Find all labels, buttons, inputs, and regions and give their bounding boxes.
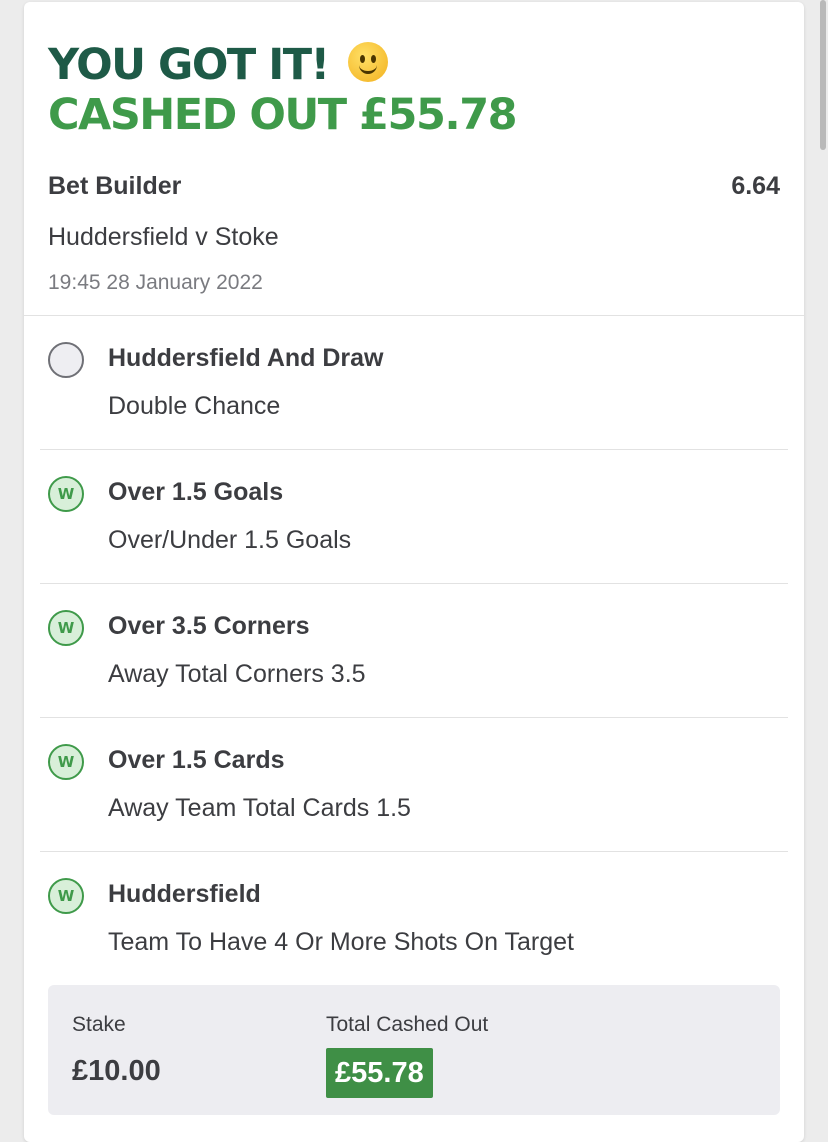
bet-odds: 6.64 (731, 172, 780, 200)
headline-text: YOU GOT IT! (48, 40, 330, 90)
headline: YOU GOT IT! (48, 40, 389, 90)
won-status-icon: W (48, 878, 84, 914)
selection-row: Huddersfield And Draw Double Chance (40, 316, 788, 450)
scrollbar-thumb[interactable] (820, 0, 826, 150)
selection-market: Away Team Total Cards 1.5 (108, 794, 411, 822)
selection-row: W Over 1.5 Goals Over/Under 1.5 Goals (40, 450, 788, 584)
total-cashed-out-label: Total Cashed Out (326, 1013, 489, 1036)
won-status-icon: W (48, 476, 84, 512)
selection-title: Huddersfield And Draw (108, 344, 384, 372)
selection-row: W Huddersfield Team To Have 4 Or More Sh… (40, 852, 788, 986)
bet-type: Bet Builder (48, 172, 182, 200)
stake-value: £10.00 (72, 1055, 161, 1087)
pending-status-icon (48, 342, 84, 378)
match-name: Huddersfield v Stoke (48, 223, 279, 251)
selection-market: Team To Have 4 Or More Shots On Target (108, 928, 574, 956)
won-status-icon: W (48, 744, 84, 780)
selection-market: Double Chance (108, 392, 281, 420)
match-datetime: 19:45 28 January 2022 (48, 271, 263, 294)
won-status-icon: W (48, 610, 84, 646)
selection-row: W Over 1.5 Cards Away Team Total Cards 1… (40, 718, 788, 852)
selection-title: Over 1.5 Goals (108, 478, 284, 506)
total-cashed-out-badge: £55.78 (326, 1048, 433, 1098)
selection-market: Away Total Corners 3.5 (108, 660, 366, 688)
selection-title: Over 1.5 Cards (108, 746, 285, 774)
stake-label: Stake (72, 1013, 126, 1036)
cashed-out-headline: CASHED OUT £55.78 (48, 90, 518, 140)
smiling-face-icon (348, 42, 389, 82)
selection-title: Huddersfield (108, 880, 261, 908)
bet-summary: Stake £10.00 Total Cashed Out £55.78 (48, 985, 780, 1115)
selection-row: W Over 3.5 Corners Away Total Corners 3.… (40, 584, 788, 718)
selection-title: Over 3.5 Corners (108, 612, 310, 640)
selection-market: Over/Under 1.5 Goals (108, 526, 352, 554)
